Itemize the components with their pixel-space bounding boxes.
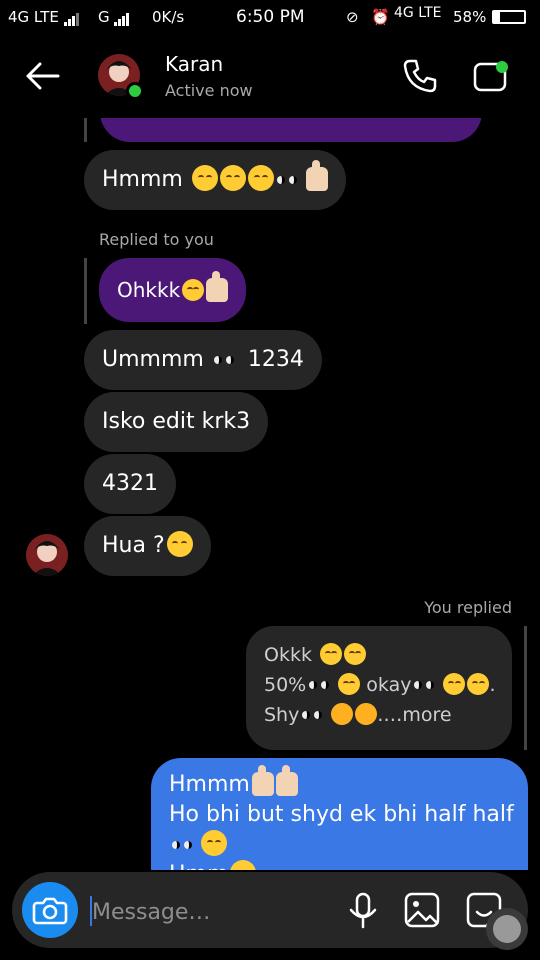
emoji-icon — [201, 830, 227, 856]
message-bubble[interactable]: Hmmm — [84, 150, 346, 210]
alarm-icon: ⏰ — [371, 8, 390, 26]
reply-line — [84, 258, 87, 324]
reply-line — [84, 118, 87, 142]
message-text: Ummmm — [102, 347, 204, 372]
message-text: Hmmm — [102, 167, 183, 192]
battery-icon — [492, 10, 526, 24]
emoji-icon — [467, 673, 490, 695]
chat-header: Karan Active now — [0, 34, 540, 118]
replied-label: Replied to you — [99, 230, 214, 249]
thumbs-up-icon — [251, 765, 274, 796]
contact-status: Active now — [165, 81, 253, 100]
quote-line: Shy — [264, 704, 300, 726]
emoji-icon — [443, 673, 466, 695]
message-bubble[interactable]: Isko edit krk3 — [84, 392, 269, 452]
online-indicator — [126, 82, 144, 100]
eyes-emoji-icon — [276, 175, 301, 185]
emoji-icon — [166, 531, 193, 557]
eyes-emoji-icon — [414, 680, 438, 690]
message-composer — [12, 872, 528, 950]
network-label: 4G LTE — [8, 8, 59, 26]
partial-message-bubble[interactable] — [100, 118, 482, 142]
signal2-icon — [114, 8, 130, 26]
message-list: Hmmm Replied to you Ohkkk Ummmm 1234 Isko… — [0, 118, 540, 870]
message-text: Ohkkk — [117, 278, 181, 302]
clock: 6:50 PM — [236, 7, 305, 27]
emoji-icon — [247, 165, 274, 191]
network2-label: G — [98, 8, 110, 26]
message-text: Hua ? — [102, 533, 165, 558]
quoted-message-bubble[interactable]: Ohkkk — [99, 258, 247, 322]
microphone-icon[interactable] — [348, 892, 378, 930]
signal-icon — [64, 8, 80, 26]
camera-button[interactable] — [22, 882, 78, 938]
quote-line: okay — [366, 674, 412, 696]
video-call-icon[interactable] — [472, 58, 512, 94]
camera-icon — [32, 897, 68, 925]
quote-line: Okkk — [264, 644, 312, 666]
floating-assistive-touch-button[interactable] — [486, 908, 528, 950]
you-replied-label: You replied — [424, 598, 512, 617]
sender-avatar[interactable] — [26, 534, 68, 576]
phone-icon[interactable] — [402, 58, 438, 94]
emoji-icon — [219, 165, 246, 191]
emoji-icon — [344, 643, 367, 665]
message-text: 1234 — [247, 347, 304, 372]
emoji-icon — [230, 860, 257, 870]
quote-line: 50% — [264, 674, 307, 696]
message-bubble[interactable]: 4321 — [84, 454, 176, 514]
laughing-emoji-icon — [327, 699, 357, 729]
message-text: Ho bhi but shyd ek bhi half half — [169, 802, 514, 827]
thumbs-up-icon — [305, 160, 328, 191]
message-input[interactable] — [90, 896, 344, 928]
data-speed: 0K/s — [152, 8, 185, 26]
thumbs-up-icon — [275, 765, 298, 796]
message-text: Hmm — [169, 862, 228, 870]
mute-icon: ⊘ — [346, 8, 359, 26]
emoji-icon — [182, 279, 205, 301]
message-bubble[interactable]: Ummmm 1234 — [84, 330, 322, 390]
emoji-icon — [338, 673, 361, 695]
thumbs-up-icon — [206, 271, 229, 302]
eyes-emoji-icon — [172, 840, 196, 850]
battery-percent: 58% — [453, 8, 487, 26]
quoted-reply-bubble[interactable]: Okkk 50% okay. Shy .…more — [246, 626, 512, 750]
back-arrow-icon[interactable] — [24, 62, 60, 90]
message-text: 4321 — [102, 471, 158, 496]
assistive-touch-icon — [493, 915, 521, 943]
emoji-icon — [191, 165, 218, 191]
network-right-label: 4G LTE — [394, 5, 442, 21]
sent-message-bubble[interactable]: Hmmm Ho bhi but shyd ek bhi half half Hm… — [151, 758, 528, 870]
status-bar: 4G LTE G 0K/s 6:50 PM ⊘ ⏰ 4G LTE 58% — [0, 0, 540, 34]
more-link[interactable]: .…more — [377, 704, 451, 726]
reply-line — [524, 626, 527, 750]
emoji-icon — [320, 643, 343, 665]
eyes-emoji-icon — [213, 355, 238, 365]
contact-name[interactable]: Karan — [165, 52, 223, 76]
eyes-emoji-icon — [302, 710, 326, 720]
message-text: Isko edit krk3 — [102, 409, 251, 434]
gallery-icon[interactable] — [404, 892, 440, 928]
message-text: Hmmm — [169, 772, 250, 797]
eyes-emoji-icon — [309, 680, 333, 690]
message-bubble[interactable]: Hua ? — [84, 516, 211, 576]
